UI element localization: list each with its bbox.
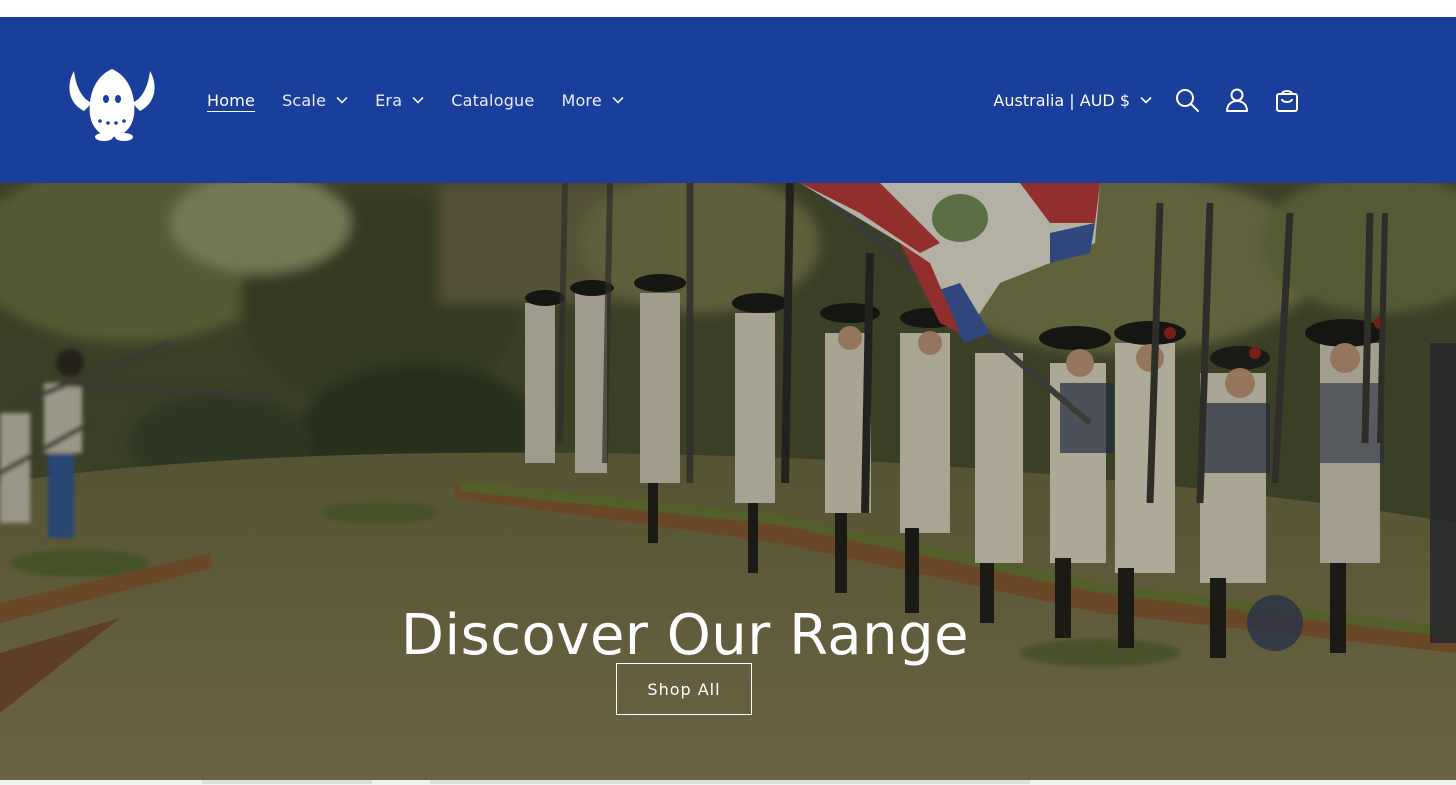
logo[interactable] (64, 63, 160, 141)
locale-label: Australia | AUD $ (993, 90, 1130, 110)
nav-item-catalogue[interactable]: Catalogue (451, 91, 534, 110)
header-utilities: Australia | AUD $ (993, 85, 1300, 115)
chevron-down-icon (412, 96, 424, 104)
bottom-strip (0, 780, 1456, 785)
chevron-down-icon (612, 96, 624, 104)
site-header: Home Scale Era Catalogue More Australia … (0, 17, 1456, 183)
nav-item-label: Home (207, 90, 256, 110)
hero-banner: Discover Our Range Shop All (0, 183, 1456, 780)
cart-icon[interactable] (1274, 87, 1300, 113)
chevron-down-icon (336, 96, 348, 104)
nav-item-label: Catalogue (451, 90, 535, 110)
nav-item-label: Era (375, 90, 403, 110)
nav-item-scale[interactable]: Scale (282, 91, 348, 110)
nav-item-era[interactable]: Era (375, 91, 424, 110)
locale-selector[interactable]: Australia | AUD $ (993, 91, 1152, 110)
main-nav: Home Scale Era Catalogue More (207, 88, 651, 112)
nav-item-home[interactable]: Home (207, 91, 255, 110)
top-strip (0, 0, 1456, 17)
shop-all-button[interactable]: Shop All (616, 663, 752, 715)
nav-item-more[interactable]: More (561, 90, 624, 110)
hero-title: Discover Our Range (400, 602, 970, 668)
nav-item-label: Scale (282, 90, 327, 110)
account-icon[interactable] (1224, 87, 1250, 113)
nav-item-label: More (561, 90, 602, 110)
chevron-down-icon (1140, 96, 1152, 104)
search-icon[interactable] (1174, 87, 1200, 113)
